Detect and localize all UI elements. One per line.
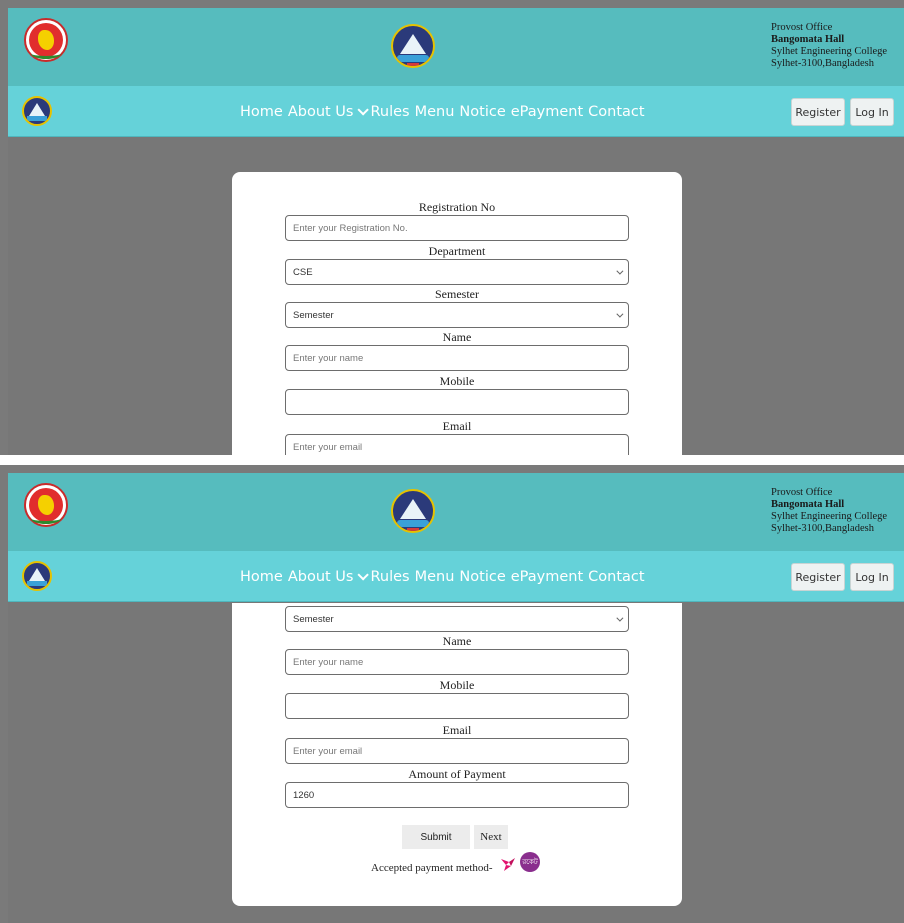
semester-select[interactable]: Semester	[285, 302, 629, 328]
mobile-input[interactable]	[285, 693, 629, 719]
register-button[interactable]: Register	[791, 98, 845, 126]
mobile-input[interactable]	[285, 389, 629, 415]
semester-select[interactable]: Semester	[285, 606, 629, 632]
email-input[interactable]: Enter your email	[285, 434, 629, 455]
screenshot-top: Provost Office Bangomata Hall Sylhet Eng…	[0, 0, 904, 455]
header-info: Provost Office Bangomata Hall Sylhet Eng…	[771, 22, 901, 70]
chevron-down-icon	[616, 614, 624, 622]
email-input[interactable]: Enter your email	[285, 738, 629, 764]
header-info: Provost Office Bangomata Hall Sylhet Eng…	[771, 487, 901, 535]
payment-form: Semester Name Enter your name Mobile Ema…	[232, 603, 682, 906]
government-emblem-icon	[24, 483, 68, 527]
header-college: Sylhet Engineering College	[771, 511, 888, 522]
header-office: Provost Office	[771, 22, 833, 33]
nav-links: Home About Us Rules Menu Notice ePayment…	[240, 565, 645, 589]
nav-links: Home About Us Rules Menu Notice ePayment…	[240, 100, 645, 124]
semester-label: Semester	[435, 287, 479, 301]
screenshot-bottom: Provost Office Bangomata Hall Sylhet Eng…	[0, 465, 904, 923]
nav-epayment[interactable]: ePayment	[511, 104, 583, 120]
amount-label: Amount of Payment	[408, 767, 506, 781]
department-select[interactable]: CSE	[285, 259, 629, 285]
accepted-payment-text: Accepted payment method-	[371, 862, 493, 874]
government-emblem-icon	[24, 18, 68, 62]
nav-notice[interactable]: Notice	[459, 569, 505, 585]
chevron-down-icon	[357, 104, 370, 116]
nav-epayment[interactable]: ePayment	[511, 569, 583, 585]
nav-logo-icon[interactable]	[22, 96, 52, 126]
name-label: Name	[442, 634, 472, 648]
chevron-down-icon	[616, 267, 624, 275]
college-logo-icon	[391, 489, 435, 533]
amount-input[interactable]: 1260	[285, 782, 629, 808]
nav-home[interactable]: Home	[240, 569, 283, 585]
login-button[interactable]: Log In	[850, 563, 894, 591]
department-label: Department	[428, 244, 486, 258]
header-hall: Bangomata Hall	[771, 34, 845, 45]
header-office: Provost Office	[771, 487, 833, 498]
chevron-down-icon	[616, 310, 624, 318]
bkash-icon	[501, 858, 515, 871]
login-button[interactable]: Log In	[850, 98, 894, 126]
submit-button[interactable]: Submit	[402, 825, 470, 849]
nav-contact[interactable]: Contact	[588, 104, 644, 120]
mobile-label: Mobile	[439, 374, 475, 388]
college-logo-icon	[391, 24, 435, 68]
mobile-label: Mobile	[439, 678, 475, 692]
name-input[interactable]: Enter your name	[285, 649, 629, 675]
header-address: Sylhet-3100,Bangladesh	[771, 58, 874, 69]
nav-menu[interactable]: Menu	[415, 104, 455, 120]
top-header	[8, 473, 904, 551]
header-hall: Bangomata Hall	[771, 499, 845, 510]
nav-rules[interactable]: Rules	[370, 104, 409, 120]
registration-label: Registration No	[418, 200, 496, 214]
register-button[interactable]: Register	[791, 563, 845, 591]
header-college: Sylhet Engineering College	[771, 46, 888, 57]
registration-input[interactable]: Enter your Registration No.	[285, 215, 629, 241]
nav-rules[interactable]: Rules	[370, 569, 409, 585]
department-value: CSE	[293, 266, 313, 278]
nav-about-label: About Us	[287, 104, 354, 120]
nav-about-us[interactable]: About Us	[287, 104, 370, 120]
email-label: Email	[442, 419, 472, 433]
semester-value: Semester	[293, 613, 334, 625]
email-label: Email	[442, 723, 472, 737]
nav-logo-icon[interactable]	[22, 561, 52, 591]
next-button[interactable]: Next	[474, 825, 508, 849]
nav-home[interactable]: Home	[240, 104, 283, 120]
nav-notice[interactable]: Notice	[459, 104, 505, 120]
nav-about-label: About Us	[287, 569, 354, 585]
nav-contact[interactable]: Contact	[588, 569, 644, 585]
semester-value: Semester	[293, 309, 334, 321]
header-address: Sylhet-3100,Bangladesh	[771, 523, 874, 534]
nav-about-us[interactable]: About Us	[287, 569, 370, 585]
rocket-icon: রকেট	[520, 852, 540, 872]
top-header	[8, 8, 904, 86]
chevron-down-icon	[357, 569, 370, 581]
nav-menu[interactable]: Menu	[415, 569, 455, 585]
name-label: Name	[442, 330, 472, 344]
name-input[interactable]: Enter your name	[285, 345, 629, 371]
payment-form: Registration No Enter your Registration …	[232, 172, 682, 455]
